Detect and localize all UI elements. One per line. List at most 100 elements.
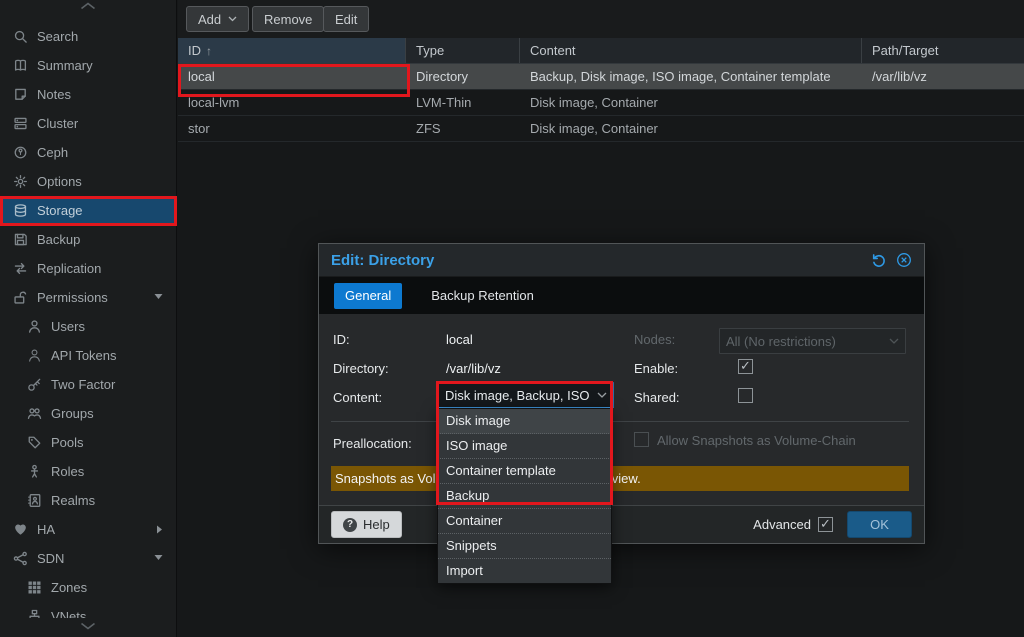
dropdown-item-iso-image[interactable]: ISO image xyxy=(438,434,611,459)
enable-checkbox[interactable] xyxy=(738,359,753,374)
cell-id: local xyxy=(178,69,406,84)
column-header-label: Type xyxy=(416,43,444,58)
sidebar-item-options[interactable]: Options xyxy=(0,167,176,196)
sidebar-item-summary[interactable]: Summary xyxy=(0,51,176,80)
help-button[interactable]: ? Help xyxy=(331,511,402,538)
warning-banner: Snapshots as Volume-Chain is a technolog… xyxy=(331,466,909,491)
caret-down-icon xyxy=(154,554,163,561)
sidebar-item-label: Realms xyxy=(51,493,95,508)
sidebar-item-backup[interactable]: Backup xyxy=(0,225,176,254)
dropdown-item-backup[interactable]: Backup xyxy=(438,484,611,509)
chevron-down-icon xyxy=(597,392,607,398)
sidebar-item-notes[interactable]: Notes xyxy=(0,80,176,109)
question-icon: ? xyxy=(343,518,357,532)
two-factor-icon xyxy=(26,377,42,393)
remove-button[interactable]: Remove xyxy=(252,6,324,32)
content-combobox[interactable]: Disk image, Backup, ISO xyxy=(438,382,614,408)
tab-label: General xyxy=(345,288,391,303)
table-row-local[interactable]: localDirectoryBackup, Disk image, ISO im… xyxy=(178,64,1024,90)
dropdown-item-disk-image[interactable]: Disk image xyxy=(438,409,611,434)
replication-icon xyxy=(12,261,28,277)
summary-icon xyxy=(12,58,28,74)
sidebar-item-label: VNets xyxy=(51,609,86,618)
sidebar-item-label: Search xyxy=(37,29,78,44)
advanced-label: Advanced xyxy=(753,517,811,532)
dialog-footer: ? Help Advanced OK xyxy=(319,505,924,543)
content-combobox-value: Disk image, Backup, ISO xyxy=(445,388,593,403)
sidebar-item-cluster[interactable]: Cluster xyxy=(0,109,176,138)
storage-icon xyxy=(12,203,28,219)
backup-icon xyxy=(12,232,28,248)
nodes-label: Nodes: xyxy=(634,332,675,347)
add-button[interactable]: Add xyxy=(186,6,249,32)
ok-button[interactable]: OK xyxy=(847,511,912,538)
sidebar-item-ceph[interactable]: Ceph xyxy=(0,138,176,167)
dialog-titlebar: Edit: Directory xyxy=(319,244,924,277)
enable-label: Enable: xyxy=(634,361,678,376)
sidebar-scroll-up-icon[interactable] xyxy=(0,0,176,12)
sidebar-item-replication[interactable]: Replication xyxy=(0,254,176,283)
sidebar-item-users[interactable]: Users xyxy=(0,312,176,341)
table-row-local-lvm[interactable]: local-lvmLVM-ThinDisk image, Container xyxy=(178,90,1024,116)
sidebar-item-two-factor[interactable]: Two Factor xyxy=(0,370,176,399)
close-icon[interactable] xyxy=(896,252,912,268)
sidebar-item-permissions[interactable]: Permissions xyxy=(0,283,176,312)
undo-icon[interactable] xyxy=(871,252,887,268)
dropdown-item-container-template[interactable]: Container template xyxy=(438,459,611,484)
sidebar-item-label: Storage xyxy=(37,203,83,218)
sidebar-item-label: Roles xyxy=(51,464,84,479)
users-icon xyxy=(26,319,42,335)
sidebar-item-groups[interactable]: Groups xyxy=(0,399,176,428)
sidebar-item-label: Ceph xyxy=(37,145,68,160)
dialog-tabs: General Backup Retention xyxy=(319,277,924,314)
sidebar-item-label: Replication xyxy=(37,261,101,276)
sidebar-items: Search SummaryNotesCluster Ceph Options Stor… xyxy=(0,22,176,618)
sidebar-item-search[interactable]: Search xyxy=(0,22,176,51)
sort-asc-icon: ↑ xyxy=(206,44,212,58)
column-header-label: ID xyxy=(188,43,201,58)
id-label: ID: xyxy=(333,332,350,347)
dropdown-item-snippets[interactable]: Snippets xyxy=(438,534,611,559)
cell-type: LVM-Thin xyxy=(406,95,520,110)
shared-label: Shared: xyxy=(634,390,680,405)
options-icon xyxy=(12,174,28,190)
zones-icon xyxy=(26,580,42,596)
sidebar-item-sdn[interactable]: SDN xyxy=(0,544,176,573)
dropdown-item-import[interactable]: Import xyxy=(438,559,611,583)
vnets-icon xyxy=(26,609,42,619)
table-row-stor[interactable]: storZFSDisk image, Container xyxy=(178,116,1024,142)
column-header-type[interactable]: Type xyxy=(406,38,520,63)
cell-content: Backup, Disk image, ISO image, Container… xyxy=(520,69,862,84)
sidebar-item-roles[interactable]: Roles xyxy=(0,457,176,486)
cell-type: ZFS xyxy=(406,121,520,136)
sidebar-item-ha[interactable]: HA xyxy=(0,515,176,544)
dropdown-item-container[interactable]: Container xyxy=(438,509,611,534)
sidebar-item-api-tokens[interactable]: API Tokens xyxy=(0,341,176,370)
tab-general[interactable]: General xyxy=(334,283,402,309)
cluster-icon xyxy=(12,116,28,132)
sidebar-item-pools[interactable]: Pools xyxy=(0,428,176,457)
shared-checkbox[interactable] xyxy=(738,388,753,403)
sidebar-item-label: HA xyxy=(37,522,55,537)
sidebar-item-vnets[interactable]: VNets xyxy=(0,602,176,618)
ok-button-label: OK xyxy=(870,517,889,532)
table-header: ID ↑ Type ContentPath/Target xyxy=(178,38,1024,64)
column-header-content[interactable]: Content xyxy=(520,38,862,63)
sidebar-item-zones[interactable]: Zones xyxy=(0,573,176,602)
column-header-path-target[interactable]: Path/Target xyxy=(862,38,1024,63)
button-label: Add xyxy=(198,12,221,27)
search-icon xyxy=(12,29,28,45)
nodes-combobox[interactable]: All (No restrictions) xyxy=(719,328,906,354)
sidebar: Search SummaryNotesCluster Ceph Options Stor… xyxy=(0,0,177,637)
edit-button[interactable]: Edit xyxy=(323,6,369,32)
cell-path: /var/lib/vz xyxy=(862,69,1024,84)
advanced-checkbox[interactable] xyxy=(818,517,833,532)
chevron-down-icon xyxy=(889,338,899,344)
column-header-id[interactable]: ID ↑ xyxy=(178,38,406,63)
tab-backup-retention[interactable]: Backup Retention xyxy=(420,283,545,309)
button-label: Edit xyxy=(335,12,357,27)
allow-snapshots-checkbox[interactable] xyxy=(634,432,649,447)
sidebar-item-realms[interactable]: Realms xyxy=(0,486,176,515)
sidebar-scroll-down-icon[interactable] xyxy=(0,620,176,632)
sidebar-item-storage[interactable]: Storage xyxy=(0,196,176,225)
